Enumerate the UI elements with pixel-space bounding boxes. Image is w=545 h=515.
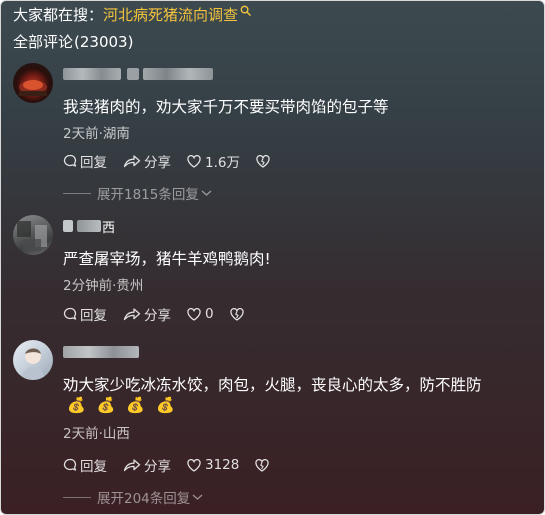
comment-meta: 2分钟前·贵州 [63, 278, 144, 294]
comment-meta: 2天前·山西 [63, 426, 130, 442]
reply-label: 回复 [80, 459, 107, 475]
share-label: 分享 [144, 459, 171, 475]
share-icon [123, 308, 141, 321]
expand-replies-button[interactable]: 展开1815条回复 [63, 183, 212, 203]
money-bag-emoji: 💰 [126, 396, 146, 414]
comment-text: 我卖猪肉的，劝大家千万不要买带肉馅的包子等 [63, 98, 389, 116]
dislike-button[interactable] [255, 458, 272, 472]
broken-heart-icon [255, 458, 270, 472]
reply-icon [63, 154, 77, 167]
comments-panel: 大家都在搜： 河北病死猪流向调查 全部评论(23003) 我卖猪肉的，劝大家千万… [0, 0, 545, 515]
search-icon[interactable] [240, 5, 251, 16]
share-label: 分享 [144, 155, 171, 171]
share-label: 分享 [144, 308, 171, 324]
dislike-button[interactable] [229, 307, 247, 321]
like-button[interactable]: 1.6万 [187, 151, 240, 171]
share-icon [123, 459, 141, 472]
dislike-button[interactable] [256, 154, 273, 168]
search-topic-link[interactable]: 河北病死猪流向调查 [103, 4, 238, 25]
share-button[interactable]: 分享 [123, 151, 171, 171]
reply-button[interactable]: 回复 [63, 151, 107, 171]
like-count: 0 [205, 306, 214, 322]
heart-icon [187, 307, 201, 321]
heart-icon [187, 458, 201, 472]
money-bag-emoji: 💰 [96, 396, 116, 414]
heart-icon [187, 154, 201, 168]
share-icon [123, 155, 141, 168]
like-button[interactable]: 0 [187, 306, 214, 322]
reply-label: 回复 [80, 308, 107, 324]
reply-button[interactable]: 回复 [63, 455, 107, 475]
comment-text: 劝大家少吃冰冻水饺，肉包，火腿，丧良心的太多，防不胜防 [63, 376, 482, 394]
search-suggestion[interactable]: 大家都在搜： 河北病死猪流向调查 [13, 3, 251, 25]
reply-icon [63, 307, 77, 320]
reply-icon [63, 458, 77, 471]
avatar[interactable] [13, 215, 53, 255]
avatar-image [17, 221, 47, 251]
chevron-down-icon [201, 190, 212, 196]
chevron-down-icon [192, 494, 203, 500]
comment-actions: 回复 分享 3128 [63, 455, 288, 475]
comment-actions: 回复 分享 1.6万 [63, 151, 289, 171]
avatar-image [19, 80, 47, 96]
nickname-blurred[interactable] [63, 345, 139, 359]
nickname-blurred[interactable]: 西 [63, 219, 116, 236]
share-button[interactable]: 分享 [123, 455, 171, 475]
comment-actions: 回复 分享 0 [63, 304, 263, 324]
avatar[interactable] [13, 63, 53, 103]
emoji-row: 💰 💰 💰 💰 [67, 397, 175, 413]
comment-text: 严查屠宰场，猪牛羊鸡鸭鹅肉! [63, 250, 271, 268]
avatar-image [21, 348, 45, 380]
expand-divider [63, 192, 91, 194]
broken-heart-icon [229, 307, 244, 321]
like-count: 1.6万 [205, 155, 240, 171]
expand-divider [63, 496, 91, 498]
expand-replies-button[interactable]: 展开204条回复 [63, 487, 203, 507]
broken-heart-icon [256, 154, 270, 168]
comment-meta: 2天前·湖南 [63, 126, 130, 142]
nickname-blurred[interactable] [63, 67, 213, 81]
nickname-suffix: 西 [102, 220, 116, 236]
like-count: 3128 [205, 457, 240, 473]
reply-button[interactable]: 回复 [63, 304, 107, 324]
reply-label: 回复 [80, 155, 107, 171]
expand-replies-label: 展开204条回复 [97, 491, 191, 507]
avatar[interactable] [13, 340, 53, 380]
share-button[interactable]: 分享 [123, 304, 171, 324]
money-bag-emoji: 💰 [67, 396, 86, 414]
money-bag-emoji: 💰 [156, 396, 175, 414]
like-button[interactable]: 3128 [187, 457, 239, 473]
search-prefix: 大家都在搜： [13, 5, 104, 24]
comments-count: (23003) [74, 33, 134, 51]
comments-label: 全部评论 [13, 33, 74, 51]
expand-replies-label: 展开1815条回复 [97, 187, 199, 203]
comments-count-title: 全部评论(23003) [13, 31, 133, 52]
